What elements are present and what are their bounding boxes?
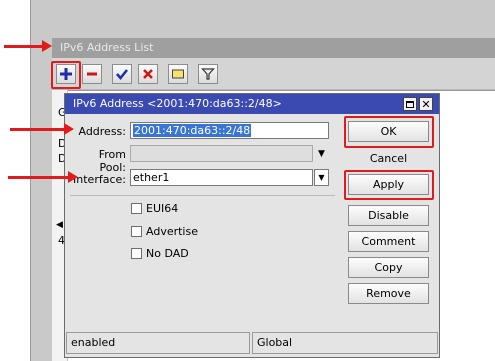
address-label: Address:	[78, 125, 126, 138]
filter-icon	[201, 68, 215, 80]
comment-button[interactable]	[168, 64, 188, 84]
eui64-checkbox[interactable]	[131, 203, 142, 214]
interface-field[interactable]: ether1	[130, 169, 313, 186]
cancel-button[interactable]: Cancel	[348, 148, 429, 169]
interface-dropdown-button[interactable]: ▼	[314, 169, 329, 186]
eui64-checkbox-row[interactable]: EUI64	[131, 202, 178, 215]
no-dad-label: No DAD	[146, 247, 189, 260]
address-value: 2001:470:da63::2/48	[133, 124, 252, 137]
scroll-left-icon[interactable]: ◀	[56, 220, 63, 230]
status-enabled: enabled	[66, 332, 250, 354]
note-icon	[172, 69, 184, 79]
enable-button[interactable]	[112, 64, 132, 84]
ok-button-highlight	[344, 116, 434, 148]
no-dad-checkbox[interactable]	[131, 248, 142, 259]
advertise-checkbox[interactable]	[131, 226, 142, 237]
arrow-annotation	[10, 123, 74, 135]
eui64-label: EUI64	[146, 202, 179, 215]
status-bar: enabled Global	[66, 332, 438, 354]
dialog-title: IPv6 Address <2001:470:da63::2/48>	[65, 94, 439, 114]
copy-button[interactable]: Copy	[348, 257, 429, 278]
add-button-highlight	[51, 61, 81, 89]
divider	[70, 195, 335, 196]
background-window-title: IPv6 Address List	[52, 38, 495, 58]
disable-button[interactable]: Disable	[348, 205, 429, 226]
remove-button[interactable]	[82, 64, 102, 84]
maximize-button[interactable]	[403, 97, 417, 111]
x-icon	[143, 69, 153, 79]
filter-button[interactable]	[198, 64, 218, 84]
from-pool-label: From Pool:	[98, 148, 126, 174]
no-dad-checkbox-row[interactable]: No DAD	[131, 247, 189, 260]
maximize-icon	[406, 100, 414, 108]
minus-icon	[87, 72, 97, 76]
arrow-annotation	[8, 171, 78, 183]
interface-label: Interface:	[73, 173, 126, 186]
close-icon: ✕	[421, 97, 431, 111]
check-icon	[116, 69, 128, 80]
close-button[interactable]: ✕	[419, 97, 433, 111]
remove-button[interactable]: Remove	[348, 283, 429, 304]
comment-button[interactable]: Comment	[348, 231, 429, 252]
chevron-down-icon: ▼	[318, 173, 325, 182]
address-field[interactable]: 2001:470:da63::2/48	[130, 122, 329, 139]
advertise-label: Advertise	[146, 225, 198, 238]
advertise-checkbox-row[interactable]: Advertise	[131, 225, 198, 238]
disable-button[interactable]	[138, 64, 158, 84]
apply-button-highlight	[344, 170, 434, 200]
from-pool-dropdown-icon[interactable]: ▼	[318, 149, 325, 159]
status-global: Global	[252, 332, 438, 354]
from-pool-field[interactable]	[130, 145, 313, 162]
arrow-annotation	[4, 40, 52, 52]
background-toolbar	[52, 58, 495, 90]
